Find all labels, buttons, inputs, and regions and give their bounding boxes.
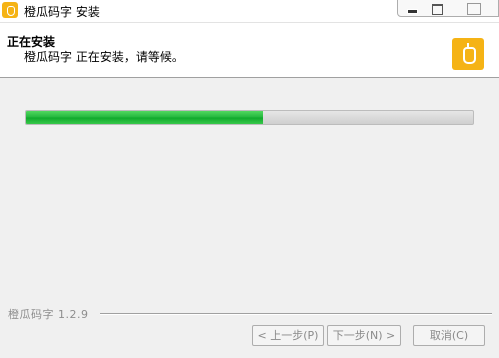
maximize-button[interactable] [424,0,451,17]
close-button[interactable] [450,0,499,17]
progress-fill [26,111,263,124]
page-subtitle: 橙瓜码字 正在安装，请等候。 [24,50,184,64]
header-panel: 正在安装 橙瓜码字 正在安装，请等候。 [0,22,499,78]
cancel-button[interactable]: 取消(C) [413,325,485,346]
window-title: 橙瓜码字 安装 [24,5,100,19]
minimize-button[interactable] [397,0,425,17]
app-logo-icon [452,38,484,70]
next-button[interactable]: 下一步(N) > [327,325,401,346]
footer-divider [100,313,492,315]
title-bar[interactable]: 橙瓜码字 安装 [0,0,499,22]
app-logo-icon [2,2,18,18]
version-label: 橙瓜码字 1.2.9 [8,308,89,321]
back-button[interactable]: < 上一步(P) [252,325,324,346]
installer-window: 橙瓜码字 安装 正在安装 橙瓜码字 正在安装，请等候。 橙瓜码字 1.2.9 <… [0,0,499,358]
install-progress-bar [25,110,474,125]
